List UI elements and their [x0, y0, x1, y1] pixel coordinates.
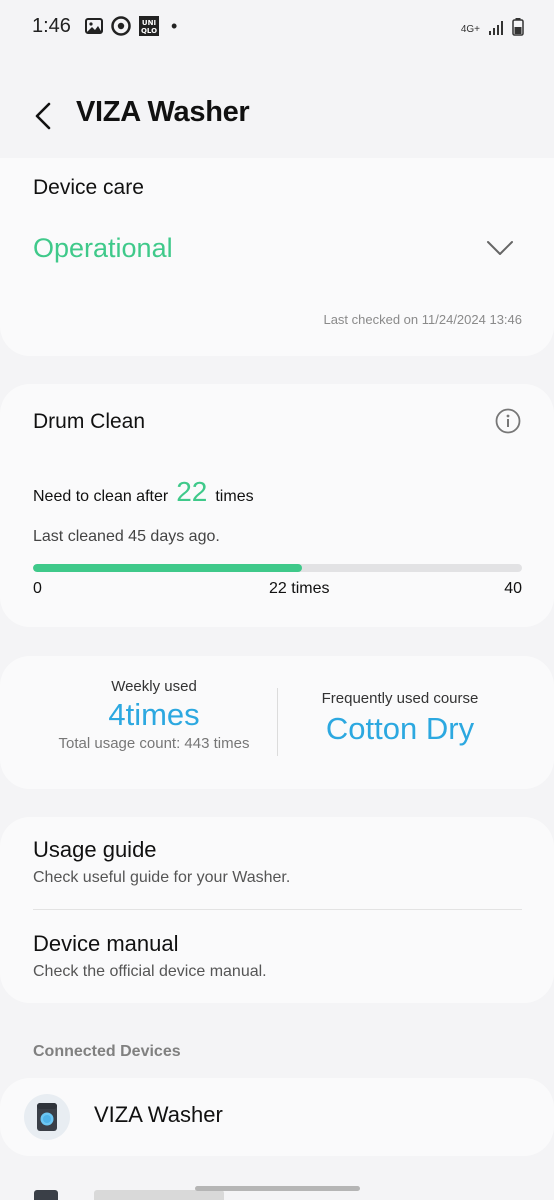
connected-devices-title: Connected Devices [33, 1043, 181, 1060]
weekly-used-value: 4times [108, 697, 200, 732]
expand-button[interactable] [486, 240, 514, 261]
usage-guide-subtitle: Check useful guide for your Washer. [33, 869, 291, 886]
need-prefix: Need to clean after [33, 488, 169, 505]
connected-device-item[interactable]: VIZA Washer [0, 1078, 554, 1156]
info-button[interactable] [495, 408, 521, 439]
next-device-name-peek [94, 1190, 224, 1200]
usage-stats-card: Weekly used 4times Total usage count: 44… [0, 656, 554, 789]
stats-divider [277, 688, 278, 756]
back-button[interactable] [30, 100, 56, 132]
uniqlo-logo-top: UNI [142, 19, 156, 27]
connected-device-name: VIZA Washer [94, 1102, 223, 1127]
status-time: 1:46 [32, 14, 71, 37]
home-indicator[interactable] [195, 1186, 360, 1191]
weekly-usage-block: Weekly used 4times Total usage count: 44… [34, 678, 274, 752]
device-care-status: Operational [33, 233, 173, 263]
drum-clean-card: Drum Clean Need to clean after 22 times … [0, 384, 554, 627]
device-care-title: Device care [33, 176, 144, 199]
device-care-card[interactable]: Device care Operational Last checked on … [0, 158, 554, 356]
device-manual-item[interactable]: Device manual Check the official device … [33, 931, 267, 981]
clean-needed-text: Need to clean after 22 times [33, 476, 254, 508]
clean-progress-bar [33, 564, 522, 572]
progress-min-label: 0 [33, 580, 42, 597]
frequent-course-value: Cotton Dry [325, 711, 475, 746]
chevron-left-icon [35, 102, 51, 130]
network-type: 4G+ [460, 24, 480, 35]
chevron-down-icon [487, 241, 513, 255]
signal-icon [488, 19, 504, 42]
usage-guide-title: Usage guide [33, 837, 157, 862]
washer-icon [24, 1094, 70, 1140]
gallery-icon [84, 17, 103, 35]
usage-guide-item[interactable]: Usage guide Check useful guide for your … [33, 837, 290, 887]
progress-mid-label: 22 times [269, 580, 330, 597]
uniqlo-icon: UNI QLO [138, 16, 159, 36]
info-icon [495, 408, 521, 434]
status-bar: 1:46 UNI QLO • 4G+ [0, 0, 554, 52]
next-device-icon-peek [34, 1190, 58, 1200]
device-manual-title: Device manual [33, 931, 179, 956]
drum-clean-title: Drum Clean [33, 410, 146, 433]
last-checked-text: Last checked on 11/24/2024 13:46 [323, 312, 522, 327]
progress-max-label: 40 [504, 580, 522, 597]
progress-fill [33, 564, 302, 572]
battery-icon [512, 18, 524, 42]
last-cleaned-text: Last cleaned 45 days ago. [33, 528, 220, 545]
guides-divider [33, 909, 522, 910]
weekly-used-label: Weekly used [111, 678, 197, 695]
need-suffix: times [215, 488, 254, 505]
total-usage-text: Total usage count: 443 times [58, 735, 250, 752]
frequent-course-label: Frequently used course [321, 690, 479, 707]
chrome-icon [111, 16, 131, 36]
notification-dot: • [170, 15, 178, 36]
device-manual-subtitle: Check the official device manual. [33, 963, 267, 980]
page-title: VIZA Washer [76, 96, 250, 128]
frequent-course-block: Frequently used course Cotton Dry [282, 690, 518, 747]
need-count: 22 [176, 476, 208, 507]
app-header: VIZA Washer [0, 80, 554, 150]
uniqlo-logo-bottom: QLO [141, 27, 157, 35]
status-right: 4G+ [461, 18, 524, 42]
guides-card: Usage guide Check useful guide for your … [0, 817, 554, 1003]
